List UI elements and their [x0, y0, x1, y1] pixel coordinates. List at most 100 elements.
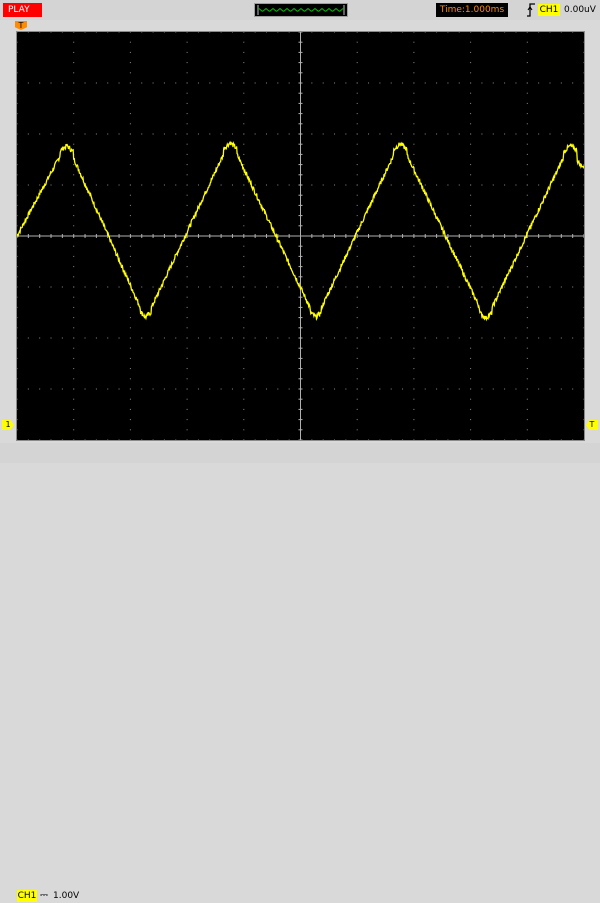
grid-dot [17, 296, 18, 298]
grid-dot [311, 337, 313, 339]
grid-dot [413, 347, 415, 349]
grid-dot [186, 225, 188, 227]
grid-dot [402, 388, 404, 390]
grid-dot [129, 266, 131, 268]
grid-dot [129, 317, 131, 319]
grid-dot [17, 194, 18, 196]
grid-dot [84, 337, 86, 339]
grid-dot [243, 51, 245, 53]
grid-dot [526, 419, 528, 421]
grid-dot [186, 266, 188, 268]
grid-dot [152, 82, 154, 84]
grid-dot [583, 92, 584, 94]
grid-dot [413, 153, 415, 155]
grid-dot [243, 245, 245, 247]
grid-dot [583, 113, 584, 115]
grid-dot [413, 204, 415, 206]
top-toolbar: PLAY Time:1.000ms CH1 0.00uV [0, 0, 600, 20]
grid-dot [186, 41, 188, 43]
grid-dot [583, 419, 584, 421]
grid-dot [129, 123, 131, 125]
grid-dot [356, 368, 358, 370]
waveform-overview[interactable] [254, 3, 348, 17]
grid-dot [390, 133, 392, 135]
grid-dot [186, 153, 188, 155]
grid-dot [447, 184, 449, 186]
grid-dot [17, 337, 18, 339]
trigger-channel-badge[interactable]: CH1 [538, 4, 560, 16]
volts-per-div-readout[interactable]: 1.00V [53, 890, 79, 902]
channel-badge[interactable]: CH1 [17, 890, 37, 902]
grid-dot [186, 102, 188, 104]
grid-dot [334, 439, 336, 440]
grid-dot [84, 82, 86, 84]
grid-dot [17, 255, 18, 257]
grid-dot [197, 184, 199, 186]
grid-dot [243, 174, 245, 176]
timebase-readout[interactable]: Time:1.000ms [436, 3, 508, 17]
grid-dot [73, 245, 75, 247]
grid-dot [322, 388, 324, 390]
grid-dot [356, 72, 358, 74]
grid-dot [17, 245, 18, 247]
grid-dot [526, 296, 528, 298]
grid-dot [470, 276, 472, 278]
grid-dot [356, 194, 358, 196]
grid-dot [129, 72, 131, 74]
grid-dot [413, 337, 415, 339]
grid-dot [413, 419, 415, 421]
grid-dot [526, 357, 528, 359]
grid-dot [39, 32, 41, 33]
grid-dot [277, 82, 279, 84]
grid-dot [560, 286, 562, 288]
grid-dot [402, 32, 404, 33]
run-stop-button[interactable]: PLAY [3, 3, 42, 17]
grid-dot [583, 245, 584, 247]
grid-dot [61, 184, 63, 186]
grid-dot [129, 62, 131, 64]
scope-screen[interactable] [16, 31, 585, 441]
grid-dot [243, 133, 245, 135]
grid-dot [73, 296, 75, 298]
grid-dot [583, 408, 584, 410]
grid-dot [356, 419, 358, 421]
grid-dot [356, 184, 358, 186]
grid-dot [526, 174, 528, 176]
grid-dot [265, 32, 267, 33]
trigger-position-marker[interactable]: T [15, 21, 27, 30]
grid-dot [186, 306, 188, 308]
grid-dot [243, 266, 245, 268]
grid-dot [39, 82, 41, 84]
grid-dot [17, 51, 18, 53]
grid-dot [175, 388, 177, 390]
trigger-level-marker[interactable]: T [586, 420, 598, 430]
grid-dot [470, 357, 472, 359]
grid-dot [413, 306, 415, 308]
grid-dot [17, 286, 18, 288]
grid-dot [583, 225, 584, 227]
grid-dot [436, 388, 438, 390]
grid-dot [17, 327, 18, 329]
grid-dot [129, 153, 131, 155]
grid-dot [95, 133, 97, 135]
channel-ground-marker[interactable]: 1 [2, 420, 14, 430]
grid-dot [504, 388, 506, 390]
grid-dot [73, 357, 75, 359]
grid-dot [118, 388, 120, 390]
grid-dot [186, 429, 188, 431]
grid-dot [265, 133, 267, 135]
grid-dot [186, 194, 188, 196]
grid-dot [163, 337, 165, 339]
grid-dot [345, 133, 347, 135]
grid-dot [413, 398, 415, 400]
grid-dot [163, 388, 165, 390]
grid-dot [436, 184, 438, 186]
grid-dot [345, 439, 347, 440]
grid-dot [73, 51, 75, 53]
grid-dot [152, 337, 154, 339]
grid-dot [17, 72, 18, 74]
grid-dot [95, 439, 97, 440]
grid-dot [538, 286, 540, 288]
grid-dot [458, 82, 460, 84]
grid-dot [209, 439, 211, 440]
